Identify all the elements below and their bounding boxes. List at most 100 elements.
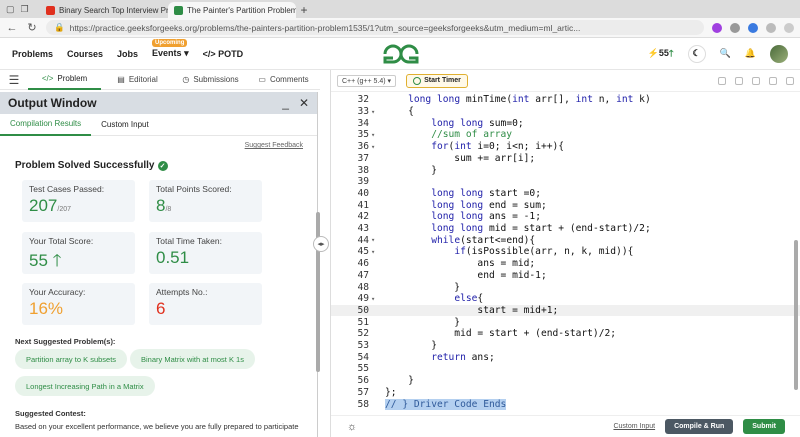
panel-resize-handle-icon[interactable]: ◂▸ [313, 236, 329, 252]
reload-icon[interactable]: ↻ [26, 21, 38, 34]
code-line[interactable]: 49 ▾ else{ [331, 293, 800, 305]
code-line[interactable]: 51 } [331, 316, 800, 328]
line-number: 50 [357, 304, 369, 316]
browser-tab-2[interactable]: The Painter's Partition Problem-II ✕ [168, 2, 296, 18]
hamburger-menu-icon[interactable]: ☰ [0, 73, 28, 87]
time-taken-value: 0.51 [156, 248, 190, 267]
code-text: // } Driver Code Ends [385, 398, 507, 410]
suggested-problem-chip[interactable]: Partition array to K subsets [15, 349, 128, 369]
code-area[interactable]: 32 long long minTime(int arr[], int n, i… [331, 93, 800, 415]
streak-value: 55 [658, 47, 669, 58]
code-line[interactable]: 45 ▾ if(isPossible(arr, n, k, mid)){ [331, 246, 800, 258]
code-line[interactable]: 41 long long end = sum; [331, 199, 800, 211]
code-line[interactable]: 43 long long mid = start + (end-start)/2… [331, 223, 800, 235]
extension-icon[interactable] [730, 22, 740, 33]
code-line[interactable]: 52 mid = start + (end-start)/2; [331, 328, 800, 340]
code-line[interactable]: 33 ▾ { [331, 106, 800, 118]
timer-label: Start Timer [424, 77, 461, 84]
code-line[interactable]: 53 } [331, 340, 800, 352]
nav-courses[interactable]: Courses [67, 49, 103, 59]
url-text: https://practice.geeksforgeeks.org/probl… [69, 22, 581, 33]
tab-submissions[interactable]: ◷ Submissions [174, 70, 247, 90]
code-line[interactable]: 58 // } Driver Code Ends [331, 398, 800, 410]
extension-icon[interactable] [712, 22, 722, 33]
code-line[interactable]: 36 ▾ for(int i=0; i<n; i++){ [331, 141, 800, 153]
line-number: 44 [357, 234, 369, 246]
settings-icon[interactable] [752, 76, 760, 85]
code-editor-panel: C++ (g++ 5.4) ▾ Start Timer 32 long long… [330, 70, 800, 437]
gfg-favicon-icon [174, 5, 183, 15]
code-line[interactable]: 50 start = mid+1; [331, 304, 800, 317]
profile-icon[interactable] [766, 22, 776, 33]
copy-icon[interactable] [718, 76, 726, 85]
code-line[interactable]: 47 end = mid-1; [331, 270, 800, 282]
comment-icon: ▭ [258, 75, 266, 84]
streak-counter[interactable]: ⚡55🡑 [648, 46, 674, 62]
reset-icon[interactable] [735, 76, 743, 85]
address-bar-row: ← ↻ 🔒 https://practice.geeksforgeeks.org… [0, 18, 800, 38]
editor-toolbar: C++ (g++ 5.4) ▾ Start Timer [331, 70, 800, 92]
custom-input-link[interactable]: Custom Input [613, 423, 655, 430]
code-text: sum += arr[i]; [385, 152, 536, 164]
start-timer-button[interactable]: Start Timer [406, 73, 468, 88]
tab-comments[interactable]: ▭ Comments [247, 70, 320, 90]
close-icon[interactable]: ✕ [299, 96, 309, 110]
code-line[interactable]: 34 long long sum=0; [331, 117, 800, 129]
nav-potd[interactable]: </> POTD [203, 49, 244, 59]
dark-mode-icon[interactable]: ☾ [687, 44, 706, 63]
browser-tab-1[interactable]: Binary Search Top Interview Prob ✕ [40, 2, 168, 18]
suggest-feedback-link[interactable]: Suggest Feedback [245, 142, 303, 149]
code-text: } [385, 164, 437, 176]
more-menu-icon[interactable] [784, 22, 794, 33]
line-number: 32 [357, 94, 369, 106]
code-line[interactable]: 37 sum += arr[i]; [331, 153, 800, 165]
code-line[interactable]: 35 ▾ //sum of array [331, 129, 800, 141]
tab-problem[interactable]: </> Problem [28, 70, 101, 90]
tests-passed-card: Test Cases Passed: 207/207 [22, 180, 135, 222]
extension-icon[interactable] [748, 22, 758, 33]
code-text: else{ [454, 293, 484, 305]
card-label: Total Time Taken: [156, 236, 222, 246]
editor-scrollbar[interactable] [794, 240, 798, 390]
code-line[interactable]: 46 ans = mid; [331, 258, 800, 270]
compile-run-button[interactable]: Compile & Run [665, 419, 734, 434]
new-tab-button[interactable]: + [296, 2, 312, 18]
nav-events[interactable]: Upcoming Events ▾ [152, 39, 189, 59]
code-line[interactable]: 57}; [331, 387, 800, 399]
code-line[interactable]: 54 return ans; [331, 351, 800, 363]
card-label: Attempts No.: [156, 287, 208, 297]
fullscreen-icon[interactable] [769, 76, 777, 85]
avatar[interactable] [770, 44, 788, 63]
tab-actions-icon[interactable]: ▢ [6, 4, 15, 15]
search-icon[interactable]: 🔍 [720, 48, 731, 59]
code-line[interactable]: 42 long long ans = -1; [331, 211, 800, 223]
theme-toggle-icon[interactable]: ☼ [347, 421, 357, 433]
suggested-problem-chip[interactable]: Binary Matrix with at most K 1s [130, 349, 255, 369]
line-number: 40 [357, 187, 369, 199]
code-line[interactable]: 40 long long start =0; [331, 188, 800, 200]
code-line[interactable]: 48 } [331, 281, 800, 293]
gfg-logo-icon[interactable] [382, 42, 420, 66]
code-line[interactable]: 38 } [331, 164, 800, 176]
code-line[interactable]: 44 ▾ while(start<=end){ [331, 234, 800, 246]
tab-compilation-results[interactable]: Compilation Results [0, 114, 92, 136]
code-line[interactable]: 32 long long minTime(int arr[], int n, i… [331, 94, 800, 106]
nav-problems[interactable]: Problems [12, 49, 53, 59]
suggested-problem-chip[interactable]: Longest Increasing Path in a Matrix [15, 376, 155, 396]
submit-button[interactable]: Submit [743, 419, 785, 434]
code-line[interactable]: 56 } [331, 375, 800, 387]
code-line[interactable]: 39 [331, 176, 800, 188]
nav-jobs[interactable]: Jobs [117, 49, 138, 59]
language-select[interactable]: C++ (g++ 5.4) ▾ [337, 74, 397, 87]
check-icon: ✓ [157, 160, 168, 171]
code-line[interactable]: 55 [331, 363, 800, 375]
back-arrow-icon[interactable]: ← [6, 22, 18, 34]
tab-list-icon[interactable]: ❐ [21, 4, 29, 15]
tab-custom-input[interactable]: Custom Input [91, 114, 159, 136]
line-number: 45 [357, 246, 369, 258]
refresh-icon[interactable] [786, 76, 794, 85]
bell-icon[interactable]: 🔔 [745, 48, 756, 59]
url-field[interactable]: 🔒 https://practice.geeksforgeeks.org/pro… [46, 20, 704, 35]
minimize-icon[interactable]: _ [282, 96, 289, 110]
tab-editorial[interactable]: ▤ Editorial [101, 70, 174, 90]
